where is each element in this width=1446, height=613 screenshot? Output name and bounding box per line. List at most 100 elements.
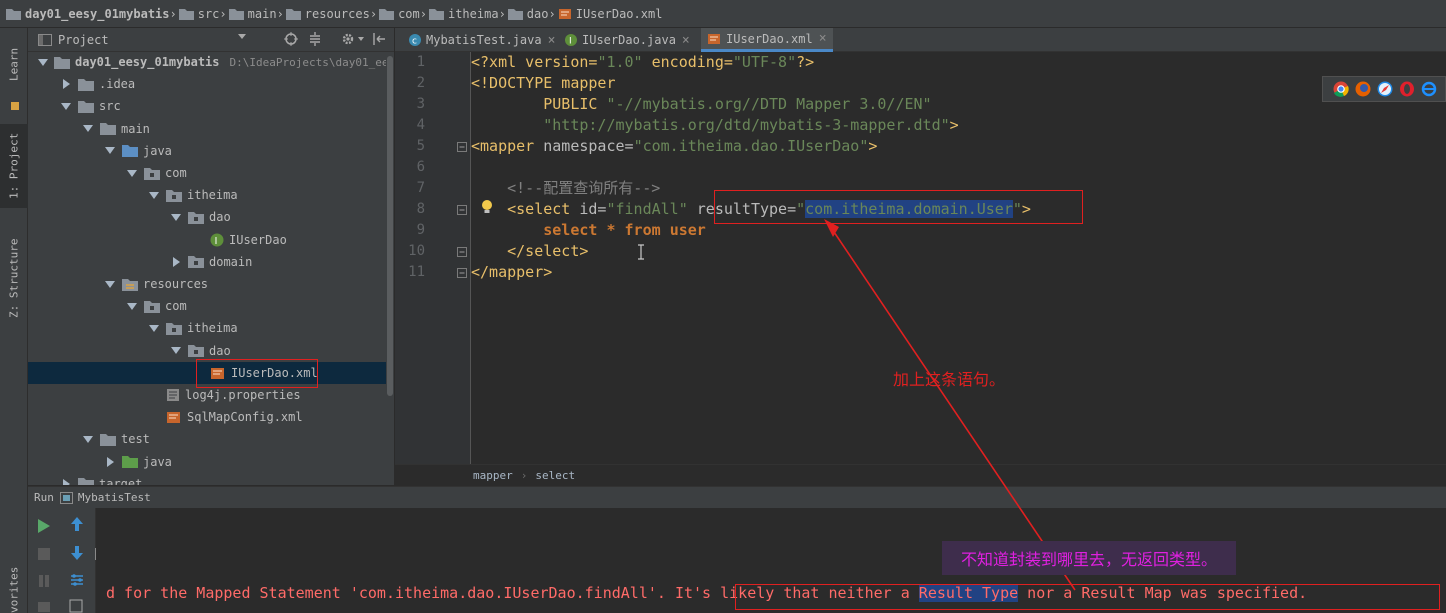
folder-icon <box>379 8 395 20</box>
chevron-down-icon[interactable] <box>170 211 182 223</box>
chevron-down-icon[interactable] <box>148 322 160 334</box>
run-panel-label[interactable]: Run <box>34 491 54 504</box>
tree-item-label: .idea <box>99 77 136 92</box>
project-tree-scrollbar[interactable] <box>386 52 394 485</box>
fold-close-icon[interactable] <box>457 268 467 278</box>
code-line-11: </mapper> <box>471 263 553 281</box>
arrow-down-icon[interactable] <box>70 545 84 561</box>
line-number: 10 <box>408 243 425 259</box>
fold-open-icon[interactable] <box>457 205 467 215</box>
locate-icon[interactable] <box>284 32 298 46</box>
collapse-all-icon[interactable] <box>308 32 322 46</box>
tab-iuserdao-java[interactable]: I IUserDao.java × <box>559 28 696 52</box>
tree-item-label: dao <box>209 210 231 225</box>
chevron-down-icon[interactable] <box>82 123 94 135</box>
chevron-right-icon[interactable] <box>104 456 116 468</box>
breadcrumb-item[interactable]: dao <box>506 0 548 27</box>
tree-item[interactable]: dao <box>28 206 386 228</box>
breadcrumb-item[interactable]: IUserDao.xml <box>556 0 663 27</box>
sort-icon[interactable] <box>69 572 85 588</box>
fold-close-icon[interactable] <box>457 247 467 257</box>
breadcrumb-item[interactable]: itheima <box>427 0 499 27</box>
breadcrumb-label: IUserDao.xml <box>575 6 663 21</box>
chevron-right-icon[interactable] <box>60 478 72 485</box>
learn-tool-tab[interactable]: Learn <box>0 32 28 96</box>
tab-label: IUserDao.xml <box>726 31 813 46</box>
tab-mybatistest-java[interactable]: c MybatisTest.java × <box>403 28 561 52</box>
ie-icon[interactable] <box>1421 81 1437 97</box>
breadcrumb-item[interactable]: resources <box>284 0 370 27</box>
favorites-tool-tab[interactable]: vorites <box>0 567 28 613</box>
chevron-down-icon[interactable] <box>104 278 116 290</box>
editor-breadcrumb: mapper › select <box>395 464 1446 486</box>
gear-icon[interactable] <box>341 32 355 46</box>
tree-item[interactable]: domain <box>28 251 386 273</box>
tree-item[interactable]: I IUserDao <box>28 229 386 251</box>
project-tool-tab[interactable]: 1: Project <box>0 124 28 208</box>
rerun-icon[interactable] <box>37 518 51 534</box>
line-number: 4 <box>416 117 425 133</box>
tree-item[interactable]: com <box>28 295 386 317</box>
chevron-down-icon[interactable] <box>148 189 160 201</box>
breadcrumb-item[interactable]: com <box>377 0 420 27</box>
tree-item[interactable]: target <box>28 473 386 485</box>
chevron-down-icon[interactable] <box>38 56 48 68</box>
chevron-down-icon[interactable] <box>104 145 116 157</box>
junit-config-icon <box>59 491 73 504</box>
code-editor[interactable]: <?xml version="1.0" encoding="UTF-8"?> <… <box>471 52 1446 464</box>
stop-icon[interactable] <box>37 547 51 561</box>
firefox-icon[interactable] <box>1355 81 1371 97</box>
svg-text:I: I <box>215 236 218 247</box>
editor-breadcrumb-select[interactable]: select <box>535 469 575 482</box>
tree-item[interactable]: src <box>28 95 386 117</box>
chevron-down-icon[interactable] <box>126 300 138 312</box>
pause-icon[interactable] <box>37 574 51 588</box>
folder-icon <box>428 8 444 20</box>
chevron-down-icon[interactable] <box>170 345 182 357</box>
chevron-down-icon[interactable] <box>60 100 72 112</box>
step-icon[interactable] <box>37 601 51 613</box>
chevron-down-icon[interactable] <box>126 167 138 179</box>
chevron-right-icon[interactable] <box>60 78 72 90</box>
safari-icon[interactable] <box>1377 81 1393 97</box>
tree-item[interactable]: com <box>28 162 386 184</box>
interface-icon: I <box>565 34 577 46</box>
line-number: 9 <box>416 222 425 238</box>
chrome-icon[interactable] <box>1333 81 1349 97</box>
breadcrumb-item[interactable]: day01_eesy_01mybatis <box>4 0 170 27</box>
tab-iuserdao-xml[interactable]: IUserDao.xml × <box>701 28 833 52</box>
tree-item[interactable]: java <box>28 451 386 473</box>
tree-item[interactable]: itheima <box>28 317 386 339</box>
fold-open-icon[interactable] <box>457 142 467 152</box>
breadcrumb-item[interactable]: src <box>177 0 219 27</box>
tree-item[interactable]: day01_eesy_01mybatis D:\IdeaProjects\day0… <box>28 52 386 73</box>
chevron-right-icon[interactable] <box>170 256 182 268</box>
editor-breadcrumb-mapper[interactable]: mapper <box>473 469 513 482</box>
source-folder-icon <box>122 144 138 158</box>
close-icon[interactable]: × <box>682 33 690 48</box>
tree-item[interactable]: test <box>28 428 386 450</box>
tree-item[interactable]: SqlMapConfig.xml <box>28 406 386 428</box>
tree-item[interactable]: itheima <box>28 184 386 206</box>
opera-icon[interactable] <box>1399 81 1415 97</box>
structure-tool-tab[interactable]: Z: Structure <box>0 228 28 328</box>
tree-item[interactable]: main <box>28 118 386 140</box>
tree-item[interactable]: resources <box>28 273 386 295</box>
close-icon[interactable]: × <box>548 33 556 48</box>
annotation-box-error <box>735 584 1440 610</box>
tree-item[interactable]: java <box>28 140 386 162</box>
run-config-name[interactable]: MybatisTest <box>78 491 151 504</box>
hide-panel-icon[interactable] <box>372 32 386 46</box>
chevron-down-icon[interactable] <box>82 433 94 445</box>
scrollbar-thumb[interactable] <box>387 56 393 396</box>
close-icon[interactable]: × <box>819 31 827 46</box>
gear-menu-chevron-icon[interactable] <box>358 37 364 41</box>
tree-item[interactable]: .idea <box>28 73 386 95</box>
chevron-down-icon[interactable] <box>238 34 246 40</box>
project-panel-title[interactable]: Project <box>58 33 109 47</box>
svg-text:c: c <box>412 37 417 47</box>
lightbulb-icon[interactable] <box>480 199 494 215</box>
arrow-up-icon[interactable] <box>70 516 84 532</box>
breadcrumb-item[interactable]: main <box>227 0 277 27</box>
export-icon[interactable] <box>69 599 85 613</box>
